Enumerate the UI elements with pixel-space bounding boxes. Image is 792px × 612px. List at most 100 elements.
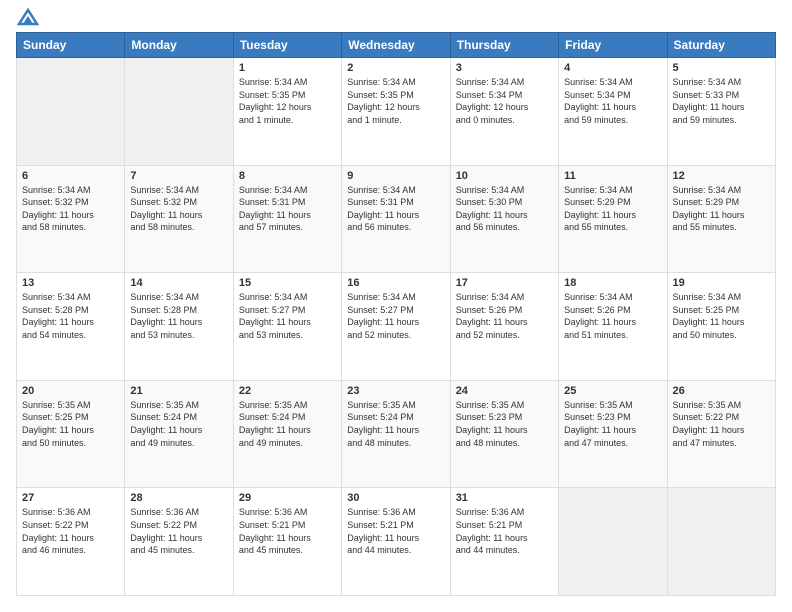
day-number: 20 — [22, 385, 119, 397]
calendar-cell: 10 Sunrise: 5:34 AM Sunset: 5:30 PM Dayli… — [450, 165, 558, 273]
day-info: Sunrise: 5:34 AM Sunset: 5:29 PM Dayligh… — [564, 184, 661, 234]
calendar-header-monday: Monday — [125, 33, 233, 58]
calendar-cell — [559, 488, 667, 596]
calendar-cell: 17 Sunrise: 5:34 AM Sunset: 5:26 PM Dayli… — [450, 273, 558, 381]
day-number: 7 — [130, 170, 227, 182]
day-number: 15 — [239, 277, 336, 289]
calendar-header-sunday: Sunday — [17, 33, 125, 58]
calendar-week-2: 6 Sunrise: 5:34 AM Sunset: 5:32 PM Daylig… — [17, 165, 776, 273]
day-number: 30 — [347, 492, 444, 504]
day-info: Sunrise: 5:34 AM Sunset: 5:26 PM Dayligh… — [456, 291, 553, 341]
calendar-cell — [17, 58, 125, 166]
calendar-cell: 13 Sunrise: 5:34 AM Sunset: 5:28 PM Dayli… — [17, 273, 125, 381]
calendar-cell: 30 Sunrise: 5:36 AM Sunset: 5:21 PM Dayli… — [342, 488, 450, 596]
day-info: Sunrise: 5:34 AM Sunset: 5:27 PM Dayligh… — [239, 291, 336, 341]
day-info: Sunrise: 5:35 AM Sunset: 5:22 PM Dayligh… — [673, 399, 770, 449]
calendar-cell: 19 Sunrise: 5:34 AM Sunset: 5:25 PM Dayli… — [667, 273, 775, 381]
calendar-cell: 5Sunrise: 5:34 AM Sunset: 5:33 PM Daylig… — [667, 58, 775, 166]
day-info: Sunrise: 5:34 AM Sunset: 5:35 PM Dayligh… — [239, 76, 336, 126]
logo-icon — [17, 8, 39, 26]
day-info: Sunrise: 5:34 AM Sunset: 5:30 PM Dayligh… — [456, 184, 553, 234]
day-info: Sunrise: 5:35 AM Sunset: 5:24 PM Dayligh… — [130, 399, 227, 449]
day-number: 18 — [564, 277, 661, 289]
day-info: Sunrise: 5:36 AM Sunset: 5:21 PM Dayligh… — [239, 506, 336, 556]
day-number: 25 — [564, 385, 661, 397]
calendar-cell: 9 Sunrise: 5:34 AM Sunset: 5:31 PM Daylig… — [342, 165, 450, 273]
day-info: Sunrise: 5:34 AM Sunset: 5:32 PM Dayligh… — [130, 184, 227, 234]
day-info: Sunrise: 5:36 AM Sunset: 5:22 PM Dayligh… — [130, 506, 227, 556]
day-info: Sunrise: 5:34 AM Sunset: 5:32 PM Dayligh… — [22, 184, 119, 234]
calendar-cell: 6 Sunrise: 5:34 AM Sunset: 5:32 PM Daylig… — [17, 165, 125, 273]
calendar-header-saturday: Saturday — [667, 33, 775, 58]
calendar-cell: 1 Sunrise: 5:34 AM Sunset: 5:35 PM Daylig… — [233, 58, 341, 166]
calendar-cell: 23 Sunrise: 5:35 AM Sunset: 5:24 PM Dayli… — [342, 380, 450, 488]
day-number: 26 — [673, 385, 770, 397]
day-info: Sunrise: 5:34 AM Sunset: 5:26 PM Dayligh… — [564, 291, 661, 341]
day-number: 4 — [564, 62, 661, 74]
calendar-cell: 21 Sunrise: 5:35 AM Sunset: 5:24 PM Dayli… — [125, 380, 233, 488]
calendar-cell: 31Sunrise: 5:36 AM Sunset: 5:21 PM Dayli… — [450, 488, 558, 596]
calendar-cell: 28 Sunrise: 5:36 AM Sunset: 5:22 PM Dayli… — [125, 488, 233, 596]
calendar-header-thursday: Thursday — [450, 33, 558, 58]
day-number: 29 — [239, 492, 336, 504]
calendar-header-wednesday: Wednesday — [342, 33, 450, 58]
calendar-cell: 15 Sunrise: 5:34 AM Sunset: 5:27 PM Dayli… — [233, 273, 341, 381]
day-number: 23 — [347, 385, 444, 397]
day-info: Sunrise: 5:35 AM Sunset: 5:24 PM Dayligh… — [239, 399, 336, 449]
day-number: 2 — [347, 62, 444, 74]
calendar-week-5: 27 Sunrise: 5:36 AM Sunset: 5:22 PM Dayli… — [17, 488, 776, 596]
calendar-cell: 22Sunrise: 5:35 AM Sunset: 5:24 PM Dayli… — [233, 380, 341, 488]
calendar-week-1: 1 Sunrise: 5:34 AM Sunset: 5:35 PM Daylig… — [17, 58, 776, 166]
calendar-cell: 29 Sunrise: 5:36 AM Sunset: 5:21 PM Dayli… — [233, 488, 341, 596]
day-info: Sunrise: 5:34 AM Sunset: 5:27 PM Dayligh… — [347, 291, 444, 341]
day-number: 13 — [22, 277, 119, 289]
day-number: 31 — [456, 492, 553, 504]
day-info: Sunrise: 5:35 AM Sunset: 5:24 PM Dayligh… — [347, 399, 444, 449]
calendar-cell: 20 Sunrise: 5:35 AM Sunset: 5:25 PM Dayli… — [17, 380, 125, 488]
day-info: Sunrise: 5:34 AM Sunset: 5:33 PM Dayligh… — [673, 76, 770, 126]
day-number: 27 — [22, 492, 119, 504]
calendar-cell: 7 Sunrise: 5:34 AM Sunset: 5:32 PM Daylig… — [125, 165, 233, 273]
day-info: Sunrise: 5:34 AM Sunset: 5:29 PM Dayligh… — [673, 184, 770, 234]
day-info: Sunrise: 5:34 AM Sunset: 5:35 PM Dayligh… — [347, 76, 444, 126]
calendar-cell: 12Sunrise: 5:34 AM Sunset: 5:29 PM Dayli… — [667, 165, 775, 273]
day-number: 9 — [347, 170, 444, 182]
day-number: 1 — [239, 62, 336, 74]
calendar-table: SundayMondayTuesdayWednesdayThursdayFrid… — [16, 32, 776, 596]
calendar-cell: 16 Sunrise: 5:34 AM Sunset: 5:27 PM Dayli… — [342, 273, 450, 381]
day-number: 16 — [347, 277, 444, 289]
calendar-cell — [125, 58, 233, 166]
day-number: 24 — [456, 385, 553, 397]
day-info: Sunrise: 5:35 AM Sunset: 5:25 PM Dayligh… — [22, 399, 119, 449]
day-info: Sunrise: 5:34 AM Sunset: 5:31 PM Dayligh… — [239, 184, 336, 234]
day-number: 14 — [130, 277, 227, 289]
calendar-cell: 4Sunrise: 5:34 AM Sunset: 5:34 PM Daylig… — [559, 58, 667, 166]
day-number: 21 — [130, 385, 227, 397]
day-info: Sunrise: 5:34 AM Sunset: 5:31 PM Dayligh… — [347, 184, 444, 234]
day-info: Sunrise: 5:34 AM Sunset: 5:34 PM Dayligh… — [456, 76, 553, 126]
day-number: 8 — [239, 170, 336, 182]
calendar-cell: 27 Sunrise: 5:36 AM Sunset: 5:22 PM Dayli… — [17, 488, 125, 596]
calendar-cell — [667, 488, 775, 596]
calendar-cell: 14 Sunrise: 5:34 AM Sunset: 5:28 PM Dayli… — [125, 273, 233, 381]
calendar-week-4: 20 Sunrise: 5:35 AM Sunset: 5:25 PM Dayli… — [17, 380, 776, 488]
day-info: Sunrise: 5:34 AM Sunset: 5:28 PM Dayligh… — [22, 291, 119, 341]
day-number: 17 — [456, 277, 553, 289]
day-info: Sunrise: 5:35 AM Sunset: 5:23 PM Dayligh… — [456, 399, 553, 449]
calendar-header-friday: Friday — [559, 33, 667, 58]
header — [16, 16, 776, 22]
day-info: Sunrise: 5:35 AM Sunset: 5:23 PM Dayligh… — [564, 399, 661, 449]
calendar-cell: 3 Sunrise: 5:34 AM Sunset: 5:34 PM Daylig… — [450, 58, 558, 166]
day-info: Sunrise: 5:34 AM Sunset: 5:28 PM Dayligh… — [130, 291, 227, 341]
day-number: 10 — [456, 170, 553, 182]
day-number: 6 — [22, 170, 119, 182]
day-info: Sunrise: 5:36 AM Sunset: 5:22 PM Dayligh… — [22, 506, 119, 556]
day-info: Sunrise: 5:34 AM Sunset: 5:25 PM Dayligh… — [673, 291, 770, 341]
calendar-header-row: SundayMondayTuesdayWednesdayThursdayFrid… — [17, 33, 776, 58]
day-number: 28 — [130, 492, 227, 504]
day-number: 19 — [673, 277, 770, 289]
day-number: 3 — [456, 62, 553, 74]
day-info: Sunrise: 5:36 AM Sunset: 5:21 PM Dayligh… — [347, 506, 444, 556]
calendar-page: SundayMondayTuesdayWednesdayThursdayFrid… — [0, 0, 792, 612]
calendar-cell: 11Sunrise: 5:34 AM Sunset: 5:29 PM Dayli… — [559, 165, 667, 273]
